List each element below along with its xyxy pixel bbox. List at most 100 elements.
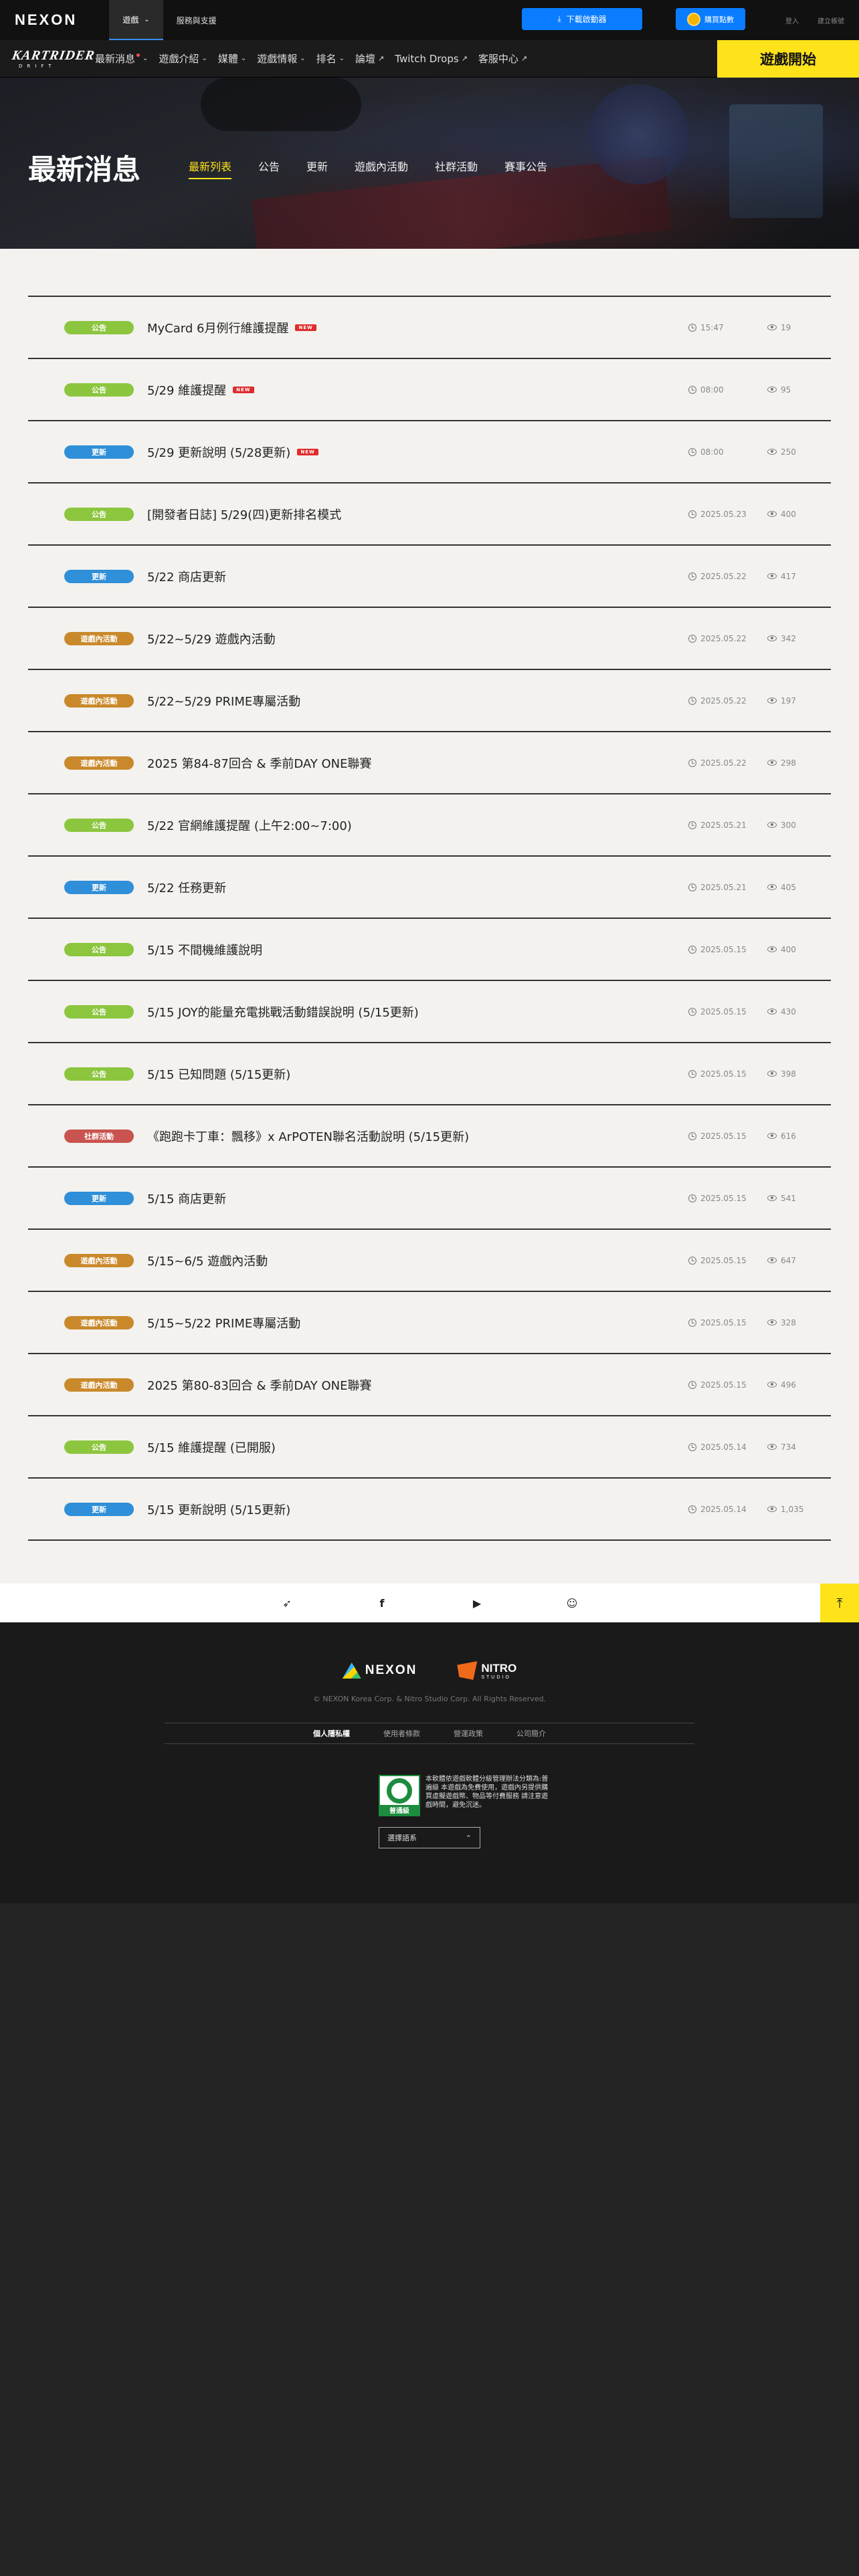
- news-row[interactable]: 社群活動 《跑跑卡丁車：飄移》x ArPOTEN聯名活動說明 (5/15更新) 20…: [28, 1105, 831, 1168]
- footer-nitro-logo[interactable]: NITRO STUDIO: [457, 1661, 516, 1680]
- coin-icon: [687, 12, 700, 26]
- facebook-icon[interactable]: f: [374, 1597, 390, 1610]
- language-select[interactable]: 選擇語系 ⌃: [379, 1827, 480, 1848]
- news-title[interactable]: 5/22 任務更新: [147, 879, 226, 896]
- category-badge: 社群活動: [64, 1129, 134, 1143]
- news-title-text: 2025 第84-87回合 & 季前DAY ONE聯賽: [147, 756, 372, 771]
- top-menu-support[interactable]: 服務與支援: [163, 0, 230, 40]
- news-date-text: 2025.05.15: [700, 1069, 747, 1079]
- nexon-logo[interactable]: NEXON: [15, 11, 77, 29]
- news-title[interactable]: 《跑跑卡丁車：飄移》x ArPOTEN聯名活動說明 (5/15更新): [147, 1128, 469, 1145]
- kartrider-icon[interactable]: ➶: [279, 1597, 295, 1610]
- privacy-link[interactable]: 個人隱私權: [313, 1728, 350, 1739]
- news-title[interactable]: 5/15 更新說明 (5/15更新): [147, 1501, 290, 1518]
- news-date-text: 2025.05.22: [700, 571, 747, 581]
- category-badge: 遊戲內活動: [64, 1253, 134, 1267]
- news-title[interactable]: 5/22 商店更新: [147, 568, 226, 585]
- tab-community-event[interactable]: 社群活動: [435, 158, 478, 179]
- news-row[interactable]: 公告 [開發者日誌] 5/29(四)更新排名模式 2025.05.23 400: [28, 484, 831, 546]
- news-row[interactable]: 遊戲內活動 5/15~5/22 PRIME專屬活動 2025.05.15 328: [28, 1292, 831, 1354]
- news-title[interactable]: 5/22~5/29 PRIME專屬活動: [147, 692, 300, 710]
- footer-nexon-logo[interactable]: NEXON: [342, 1662, 417, 1679]
- policy-link[interactable]: 營運政策: [454, 1728, 483, 1739]
- terms-link[interactable]: 使用者條款: [383, 1728, 420, 1739]
- news-title[interactable]: 5/15~6/5 遊戲內活動: [147, 1252, 268, 1269]
- game-start-button[interactable]: 遊戲開始: [717, 40, 859, 78]
- news-title[interactable]: 2025 第84-87回合 & 季前DAY ONE聯賽: [147, 754, 372, 772]
- tab-ingame-event[interactable]: 遊戲內活動: [355, 158, 408, 179]
- news-title-text: 5/15 商店更新: [147, 1192, 227, 1206]
- news-row[interactable]: 遊戲內活動 5/22~5/29 遊戲內活動 2025.05.22 342: [28, 608, 831, 670]
- news-date-text: 2025.05.14: [700, 1504, 747, 1514]
- download-launcher-button[interactable]: ⤓ 下載啟動器: [522, 8, 642, 30]
- news-title[interactable]: 2025 第80-83回合 & 季前DAY ONE聯賽: [147, 1376, 372, 1394]
- news-row[interactable]: 更新 5/22 任務更新 2025.05.21 405: [28, 857, 831, 919]
- game-nav-items: 最新消息 ⌄ 遊戲介紹 ⌄ 媒體 ⌄ 遊戲情報 ⌄ 排名 ⌄ 論壇 ↗ Twitch Dro…: [90, 40, 533, 78]
- tab-all[interactable]: 最新列表: [189, 158, 232, 179]
- nav-game-info[interactable]: 遊戲情報 ⌄: [252, 40, 310, 78]
- eye-icon: [767, 946, 777, 952]
- news-row[interactable]: 公告 5/15 不間機維護說明 2025.05.15 400: [28, 919, 831, 981]
- news-date: 2025.05.15: [688, 1194, 747, 1203]
- news-title[interactable]: [開發者日誌] 5/29(四)更新排名模式: [147, 506, 341, 523]
- discord-icon[interactable]: ☺: [564, 1597, 580, 1610]
- nav-news[interactable]: 最新消息 ⌄: [90, 40, 153, 78]
- news-row[interactable]: 更新 5/29 更新說明 (5/28更新) NEW 08:00 250: [28, 421, 831, 484]
- news-title[interactable]: 5/29 更新說明 (5/28更新) NEW: [147, 443, 318, 461]
- news-row[interactable]: 公告 MyCard 6月例行維護提醒 NEW 15:47 19: [28, 297, 831, 359]
- nav-support-label: 客服中心: [478, 53, 518, 65]
- scroll-top-button[interactable]: ⤒: [820, 1584, 859, 1622]
- news-date-text: 2025.05.23: [700, 509, 747, 519]
- buy-points-button[interactable]: 購買點數: [676, 8, 745, 30]
- nav-ranking[interactable]: 排名 ⌄: [311, 40, 350, 78]
- nav-twitch-drops[interactable]: Twitch Drops ↗: [389, 40, 473, 78]
- news-title[interactable]: 5/15 商店更新: [147, 1190, 226, 1207]
- news-title[interactable]: 5/15~5/22 PRIME專屬活動: [147, 1314, 300, 1331]
- tab-notice[interactable]: 公告: [258, 158, 280, 179]
- nav-game-intro[interactable]: 遊戲介紹 ⌄: [153, 40, 212, 78]
- clock-icon: [688, 696, 696, 705]
- kartrider-logo[interactable]: KARTRIDER DRIFT: [11, 40, 96, 78]
- news-row[interactable]: 遊戲內活動 5/22~5/29 PRIME專屬活動 2025.05.22 197: [28, 670, 831, 732]
- news-title[interactable]: 5/15 不間機維護說明: [147, 941, 262, 958]
- news-row[interactable]: 更新 5/15 商店更新 2025.05.15 541: [28, 1168, 831, 1230]
- news-title[interactable]: 5/22~5/29 遊戲內活動: [147, 630, 276, 647]
- nav-support[interactable]: 客服中心 ↗: [473, 40, 533, 78]
- news-date: 15:47: [688, 323, 724, 332]
- news-title[interactable]: MyCard 6月例行維護提醒 NEW: [147, 319, 316, 336]
- news-title[interactable]: 5/22 官網維護提醒 (上午2:00~7:00): [147, 817, 352, 834]
- clock-icon: [688, 1194, 696, 1202]
- copyright: © NEXON Korea Corp. & Nitro Studio Corp.…: [312, 1695, 547, 1703]
- news-row[interactable]: 公告 5/29 維護提醒 NEW 08:00 95: [28, 359, 831, 421]
- news-row[interactable]: 更新 5/15 更新說明 (5/15更新) 2025.05.14 1,035: [28, 1479, 831, 1541]
- nav-twitch-drops-label: Twitch Drops: [395, 52, 459, 65]
- news-title[interactable]: 5/15 已知問題 (5/15更新): [147, 1065, 290, 1083]
- news-row[interactable]: 公告 5/22 官網維護提醒 (上午2:00~7:00) 2025.05.21 300: [28, 794, 831, 857]
- top-menu-games[interactable]: 遊戲 ⌄: [109, 0, 163, 40]
- news-row[interactable]: 遊戲內活動 2025 第84-87回合 & 季前DAY ONE聯賽 2025.05.…: [28, 732, 831, 794]
- news-views-text: 300: [781, 820, 796, 830]
- news-title[interactable]: 5/15 維護提醒 (已開服): [147, 1438, 276, 1456]
- news-title[interactable]: 5/15 JOY的能量充電挑戰活動錯誤說明 (5/15更新): [147, 1003, 419, 1021]
- news-row[interactable]: 更新 5/22 商店更新 2025.05.22 417: [28, 546, 831, 608]
- clock-icon: [688, 1380, 696, 1389]
- tab-tournament[interactable]: 賽事公告: [504, 158, 547, 179]
- login-link[interactable]: 登入: [785, 15, 799, 25]
- nav-media[interactable]: 媒體 ⌄: [213, 40, 252, 78]
- rating-ring: [387, 1778, 412, 1804]
- news-views-text: 405: [781, 882, 796, 892]
- news-row[interactable]: 遊戲內活動 2025 第80-83回合 & 季前DAY ONE聯賽 2025.05.…: [28, 1354, 831, 1416]
- news-row[interactable]: 公告 5/15 維護提醒 (已開服) 2025.05.14 734: [28, 1416, 831, 1479]
- news-date: 2025.05.15: [688, 1132, 747, 1141]
- signup-link[interactable]: 建立帳號: [818, 15, 844, 25]
- tab-update[interactable]: 更新: [306, 158, 328, 179]
- news-row[interactable]: 遊戲內活動 5/15~6/5 遊戲內活動 2025.05.15 647: [28, 1230, 831, 1292]
- news-row[interactable]: 公告 5/15 JOY的能量充電挑戰活動錯誤說明 (5/15更新) 2025.05.…: [28, 981, 831, 1043]
- nav-forum[interactable]: 論壇 ↗: [350, 40, 389, 78]
- youtube-icon[interactable]: ▶: [469, 1597, 485, 1610]
- news-title-text: [開發者日誌] 5/29(四)更新排名模式: [147, 508, 342, 522]
- news-title[interactable]: 5/29 維護提醒 NEW: [147, 381, 254, 399]
- eye-icon: [767, 697, 777, 704]
- company-link[interactable]: 公司簡介: [516, 1728, 546, 1739]
- news-row[interactable]: 公告 5/15 已知問題 (5/15更新) 2025.05.15 398: [28, 1043, 831, 1105]
